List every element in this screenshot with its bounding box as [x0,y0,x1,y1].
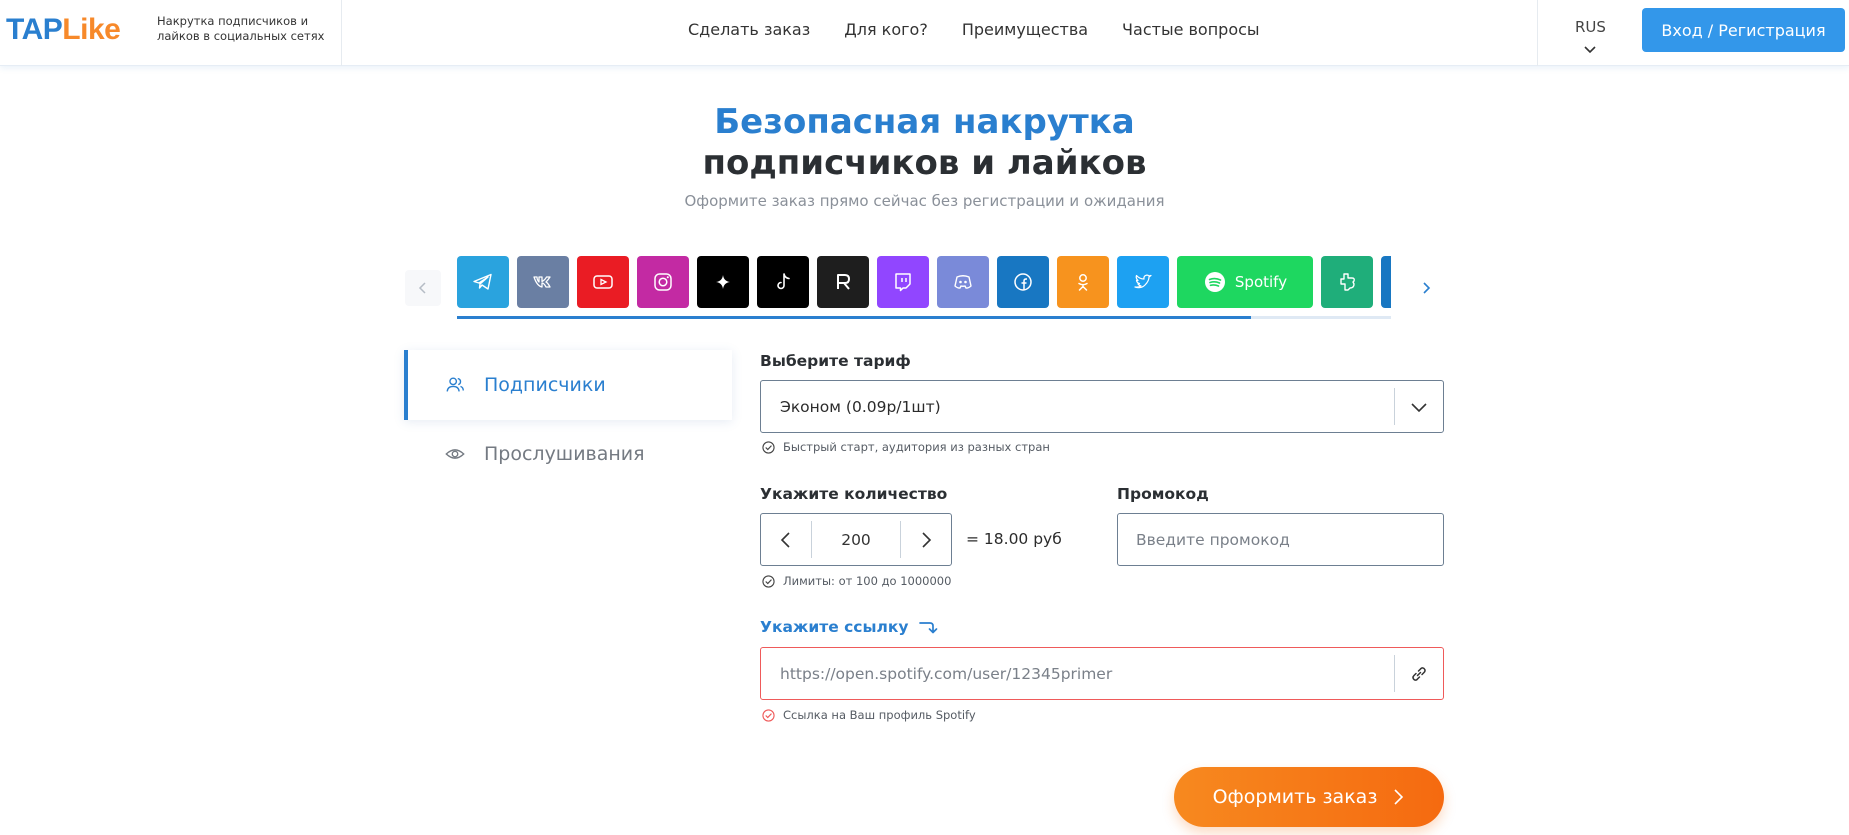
check-circle-icon [762,708,775,722]
tariff-hint: Быстрый старт, аудитория из разных стран [762,440,1050,454]
platform-strip: Spotify [457,256,1391,312]
strip-scrollbar-thumb[interactable] [457,316,1251,319]
chevron-right-icon [922,531,932,548]
tariff-select[interactable]: Эконом (0.09р/1шт) [760,380,1444,433]
header-divider [1537,0,1538,66]
quantity-decrease-button[interactable] [761,513,811,566]
nav-faq[interactable]: Частые вопросы [1122,20,1260,39]
vk-icon [533,276,551,288]
nav-for-whom[interactable]: Для кого? [844,20,928,39]
platform-tiktok[interactable] [757,256,809,308]
platform-discord[interactable] [937,256,989,308]
hero-subtitle: Оформите заказ прямо сейчас без регистра… [684,192,1165,210]
tiktok-icon [777,273,790,290]
sparkle-icon [716,275,730,289]
facebook-icon [1014,273,1032,291]
language-selector[interactable]: RUS [1575,18,1606,36]
logo[interactable]: TAP Like [6,12,121,48]
quantity-label: Укажите количество [760,485,948,503]
tariff-dropdown-toggle[interactable] [1395,380,1443,433]
quantity-hint-text: Лимиты: от 100 до 1000000 [783,574,952,588]
link-hint: Ссылка на Ваш профиль Spotify [762,708,976,722]
platform-partial[interactable] [1381,256,1391,308]
odnoklassniki-icon [1078,274,1088,291]
top-header: TAP Like Накрутка подписчиков и лайков в… [0,0,1849,66]
link-label-text: Укажите ссылку [760,618,909,636]
telegram-icon [473,273,492,290]
tariff-label: Выберите тариф [760,352,911,370]
link-icon [1412,666,1426,681]
platform-spotify-label: Spotify [1234,273,1288,291]
platform-twitter[interactable] [1117,256,1169,308]
chevron-left-icon [418,282,426,294]
submit-order-button[interactable]: Оформить заказ [1174,767,1444,827]
nav-advantages[interactable]: Преимущества [962,20,1088,39]
logo-tagline: Накрутка подписчиков и лайков в социальн… [157,14,325,43]
chevron-right-icon [1423,282,1431,294]
platform-odnoklassniki[interactable] [1057,256,1109,308]
instagram-icon [654,273,672,291]
platform-spotify[interactable]: Spotify [1177,256,1313,308]
strip-prev-button[interactable] [405,270,441,306]
tab-subscribers[interactable]: Подписчики [404,350,732,420]
platform-youtube[interactable] [577,256,629,308]
spotify-icon [1204,272,1225,292]
twitter-icon [1134,274,1152,289]
link-input[interactable] [761,648,1394,699]
platform-twitch[interactable] [877,256,929,308]
promo-label: Промокод [1117,485,1209,503]
main-nav: Сделать заказ Для кого? Преимущества Час… [688,0,1260,58]
strip-next-button[interactable] [1408,270,1444,306]
chevron-down-icon [1411,402,1427,412]
link-field [760,647,1444,700]
twitch-icon [895,273,911,292]
hero-title-line1: Безопасная накрутка [714,102,1135,142]
platform-facebook[interactable] [997,256,1049,308]
arrow-down-right-icon [919,622,938,634]
nav-make-order[interactable]: Сделать заказ [688,20,810,39]
logo-like-text: Like [62,13,121,46]
likee-icon [1340,273,1355,291]
link-hint-text: Ссылка на Ваш профиль Spotify [783,708,976,722]
tab-subscribers-label: Подписчики [484,374,606,396]
price-total: = 18.00 руб [966,530,1062,548]
chevron-right-icon [1394,789,1404,805]
quantity-hint: Лимиты: от 100 до 1000000 [762,574,951,588]
chevron-left-icon [780,531,790,548]
hero-title-line2: подписчиков и лайков [702,143,1147,183]
check-circle-icon [762,440,775,454]
rutube-icon [837,274,850,290]
check-circle-icon [762,574,775,588]
quantity-input[interactable]: 200 [811,521,901,558]
strip-scrollbar[interactable] [457,316,1391,319]
platform-telegram[interactable] [457,256,509,308]
chevron-down-icon[interactable] [1582,42,1598,58]
promo-input[interactable] [1117,513,1444,566]
platform-rutube[interactable] [817,256,869,308]
youtube-icon [593,275,613,289]
tariff-select-value: Эконом (0.09р/1шт) [780,397,941,416]
header-divider [341,0,342,66]
tariff-hint-text: Быстрый старт, аудитория из разных стран [783,440,1050,454]
tab-listens[interactable]: Прослушивания [404,419,732,489]
link-label: Укажите ссылку [760,618,938,636]
logo-tap-text: TAP [6,13,63,46]
login-register-button[interactable]: Вход / Регистрация [1642,8,1845,52]
platform-instagram[interactable] [637,256,689,308]
tab-listens-label: Прослушивания [484,443,645,465]
quantity-increase-button[interactable] [901,513,951,566]
discord-icon [954,275,972,289]
platform-likee[interactable] [1321,256,1373,308]
eye-icon [445,449,465,459]
link-paste-button[interactable] [1395,648,1443,699]
submit-order-label: Оформить заказ [1212,786,1378,808]
platform-sparkle[interactable] [697,256,749,308]
platform-vk[interactable] [517,256,569,308]
quantity-stepper: 200 [760,513,952,566]
users-icon [446,377,464,392]
